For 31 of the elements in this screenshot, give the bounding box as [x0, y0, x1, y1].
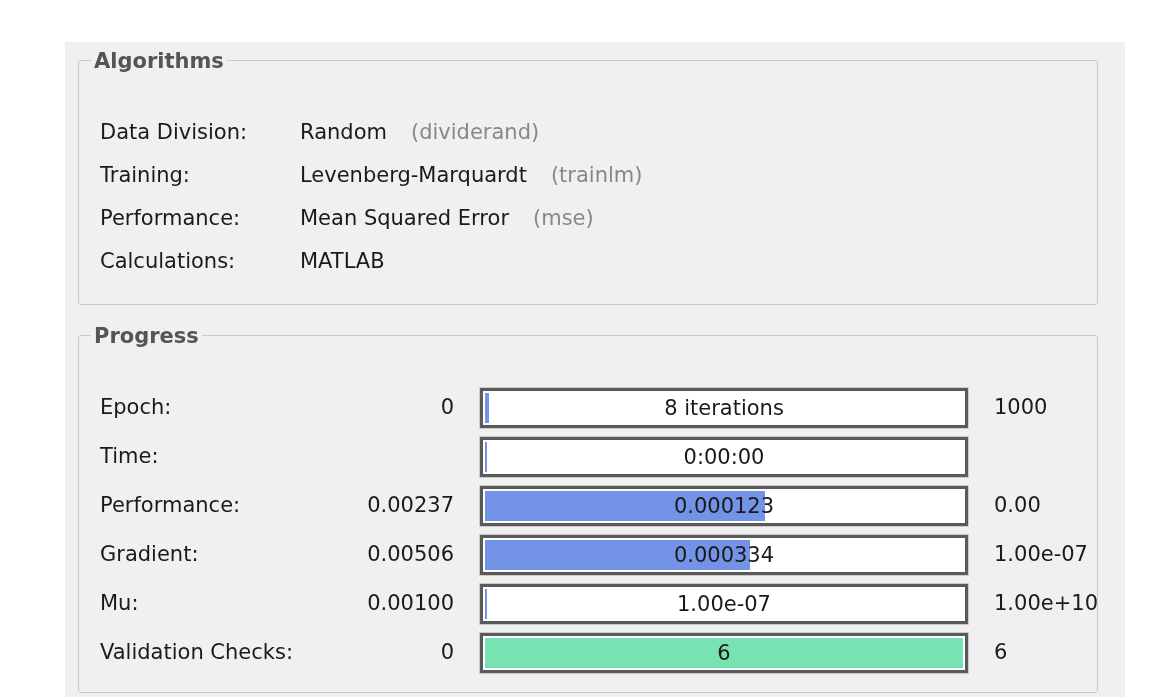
field-value: MATLAB	[300, 247, 385, 275]
field-label: Performance:	[100, 204, 242, 232]
field-label: Training:	[100, 161, 191, 189]
min-value: 0.00506	[366, 540, 455, 568]
field-label: Mu:	[100, 589, 140, 617]
max-value: 1.00e+10	[993, 589, 1098, 617]
min-value: 0	[439, 393, 455, 421]
field-label: Epoch:	[100, 393, 173, 421]
min-value: 0	[439, 638, 455, 666]
field-value: Levenberg-Marquardt	[300, 161, 527, 189]
field-label: Time:	[100, 442, 160, 470]
progress-reading: 8 iterations	[663, 394, 785, 422]
max-value: 1000	[993, 393, 1049, 421]
progress-reading: 6	[716, 639, 732, 667]
field-note: (mse)	[533, 204, 594, 232]
progress-reading: 0:00:00	[682, 443, 766, 471]
field-value: Mean Squared Error	[300, 204, 509, 232]
min-value: 0.00237	[366, 491, 455, 519]
field-label: Data Division:	[100, 118, 249, 146]
field-label: Validation Checks:	[100, 638, 294, 666]
min-value: 0.00100	[366, 589, 455, 617]
field-value: Random	[300, 118, 387, 146]
max-value: 1.00e-07	[993, 540, 1089, 568]
field-label: Performance:	[100, 491, 242, 519]
field-note: (dividerand)	[410, 118, 540, 146]
progress-reading: 1.00e-07	[676, 590, 772, 618]
max-value: 0.00	[993, 491, 1042, 519]
field-label: Calculations:	[100, 247, 237, 275]
max-value: 6	[993, 638, 1009, 666]
field-note: (trainlm)	[550, 161, 643, 189]
field-label: Gradient:	[100, 540, 200, 568]
